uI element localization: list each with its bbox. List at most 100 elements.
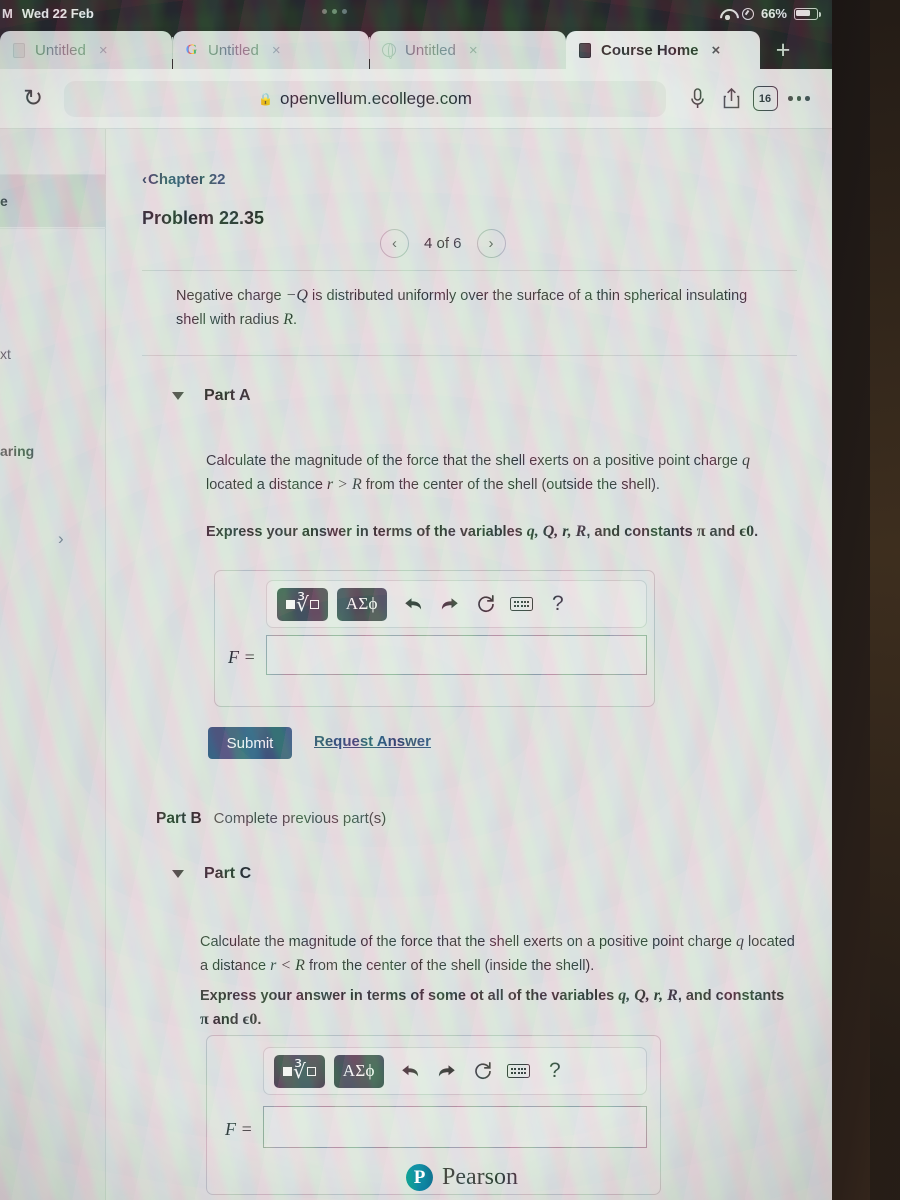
chevron-left-icon: ‹ <box>142 171 147 188</box>
next-problem-button[interactable]: › <box>476 229 506 258</box>
ic-variables: q, Q, r, R <box>618 987 678 1004</box>
ia-variables: q, Q, r, R <box>526 523 587 540</box>
close-icon[interactable]: × <box>272 42 281 59</box>
part-c-instruction: Express your answer in terms of some ot … <box>200 984 795 1032</box>
lock-icon: 🔒 <box>258 91 274 106</box>
sidebar-item-1[interactable]: xt <box>0 342 106 366</box>
tab-label: Course Home <box>601 41 699 59</box>
redo-arrow-icon[interactable] <box>432 588 468 621</box>
pearson-logo: P Pearson <box>406 1164 518 1191</box>
triangle-down-icon[interactable] <box>172 392 184 400</box>
divider <box>142 270 797 271</box>
part-a-math-toolbar: ∛ ΑΣϕ ? <box>266 580 647 628</box>
help-icon[interactable]: ? <box>537 1055 573 1088</box>
math-template-button[interactable]: ∛ <box>274 1054 325 1088</box>
problem-pager: ‹ 4 of 6 › <box>380 229 506 258</box>
qa-text-2: located a distance <box>206 477 327 493</box>
close-icon[interactable]: × <box>712 42 721 59</box>
browser-tab-strip: Untitled × G Untitled × Untitled × Cours… <box>0 27 832 69</box>
part-a-answer-input[interactable] <box>266 635 647 675</box>
sidebar-expand-chevron[interactable]: › <box>58 529 64 549</box>
part-c-question: Calculate the magnitude of the force tha… <box>200 930 800 978</box>
ic-text-4: . <box>257 1012 262 1028</box>
sidebar-item-2[interactable]: aring <box>0 439 106 463</box>
share-icon[interactable] <box>714 82 748 116</box>
part-c-math-toolbar: ∛ ΑΣϕ ? <box>263 1047 647 1095</box>
reset-circle-icon[interactable] <box>465 1055 501 1088</box>
reset-circle-icon[interactable] <box>468 588 504 621</box>
ia-epsilon-symbol: ϵ0 <box>739 523 755 540</box>
sidebar-item-0[interactable]: e <box>0 175 106 227</box>
tab-count-value: 16 <box>752 86 778 111</box>
reload-icon[interactable]: ↻ <box>16 82 50 116</box>
ic-epsilon-symbol: ϵ0 <box>242 1011 258 1028</box>
chapter-label: Chapter 22 <box>148 171 226 188</box>
tab-count-button[interactable]: 16 <box>748 82 782 116</box>
request-answer-link[interactable]: Request Answer <box>314 733 431 750</box>
battery-icon <box>794 7 821 20</box>
redo-arrow-icon[interactable] <box>429 1055 465 1088</box>
more-dots-icon[interactable] <box>782 82 816 116</box>
microphone-icon[interactable] <box>680 82 714 116</box>
part-a-answer-label: F = <box>228 647 256 667</box>
submit-button[interactable]: Submit <box>208 727 292 759</box>
ia-text-3: and <box>705 524 740 540</box>
part-c-answer-label: F = <box>225 1119 253 1139</box>
sidebar-item-label: xt <box>0 346 11 362</box>
battery-percent: 66% <box>760 6 787 21</box>
ic-pi-symbol: π <box>200 1011 209 1028</box>
qa-charge-symbol: q <box>742 452 751 469</box>
part-a-question: Calculate the magnitude of the force tha… <box>206 449 781 497</box>
sidebar-item-label: aring <box>0 443 35 459</box>
prev-problem-button[interactable]: ‹ <box>380 229 409 258</box>
part-a-title: Part A <box>204 387 251 404</box>
radical-icon: ∛ <box>296 593 309 616</box>
url-text: openvellum.ecollege.com <box>280 88 472 108</box>
ic-text-3: and <box>208 1012 243 1028</box>
keyboard-icon[interactable] <box>504 588 540 621</box>
part-c-answer-input[interactable] <box>263 1106 647 1148</box>
browser-tab-3[interactable]: Untitled × <box>370 31 566 69</box>
address-bar[interactable]: 🔒 openvellum.ecollege.com <box>64 80 666 117</box>
close-icon[interactable]: × <box>99 42 108 59</box>
chapter-back-link[interactable]: ‹ Chapter 22 <box>142 171 226 188</box>
problem-content: ‹ Chapter 22 Problem 22.35 ‹ 4 of 6 › Ne… <box>106 129 832 1200</box>
part-b-status: Complete previous part(s) <box>213 810 387 827</box>
wifi-icon <box>720 8 735 20</box>
qa-condition: r > R <box>326 476 362 493</box>
greek-symbols-button[interactable]: ΑΣϕ <box>336 587 387 621</box>
undo-arrow-icon[interactable] <box>393 1055 429 1088</box>
screen-bezel-right <box>832 0 900 1200</box>
part-c-header[interactable]: Part C <box>172 865 251 883</box>
ic-text-2: , and constants <box>677 988 785 1004</box>
undo-arrow-icon[interactable] <box>396 588 432 621</box>
tab-label: Untitled <box>405 41 456 59</box>
close-icon[interactable]: × <box>469 42 478 59</box>
status-center-dots <box>322 9 347 14</box>
math-template-button[interactable]: ∛ <box>277 587 328 621</box>
part-a-header[interactable]: Part A <box>172 387 251 405</box>
google-g-icon: G <box>185 41 198 58</box>
help-icon[interactable]: ? <box>540 588 576 621</box>
document-icon <box>11 42 26 59</box>
browser-tab-1[interactable]: Untitled × <box>0 31 172 69</box>
web-page: e xt aring › ‹ Chapter 22 Problem 22.35 <box>0 129 832 1200</box>
part-b-header[interactable]: Part B Complete previous part(s) <box>156 810 386 828</box>
radical-icon: ∛ <box>293 1060 306 1083</box>
triangle-down-icon[interactable] <box>172 870 184 878</box>
part-a-instruction: Express your answer in terms of the vari… <box>206 520 786 544</box>
browser-tab-course-home[interactable]: Course Home × <box>566 31 760 69</box>
qa-text-1: Calculate the magnitude of the force tha… <box>206 453 743 469</box>
lms-sidebar: e xt aring › <box>0 129 106 1200</box>
browser-toolbar: ↻ 🔒 openvellum.ecollege.com 16 <box>0 69 832 129</box>
browser-tab-2[interactable]: G Untitled × <box>173 31 369 69</box>
book-icon <box>577 42 592 59</box>
part-b-label: Part B <box>156 810 202 827</box>
keyboard-icon[interactable] <box>501 1055 537 1088</box>
greek-symbols-button[interactable]: ΑΣϕ <box>333 1054 384 1088</box>
new-tab-button[interactable]: + <box>760 31 806 69</box>
tab-label: Untitled <box>208 41 259 59</box>
solid-square-icon <box>283 1066 292 1076</box>
pearson-mark-icon: P <box>406 1164 433 1191</box>
pearson-wordmark: Pearson <box>442 1164 518 1190</box>
